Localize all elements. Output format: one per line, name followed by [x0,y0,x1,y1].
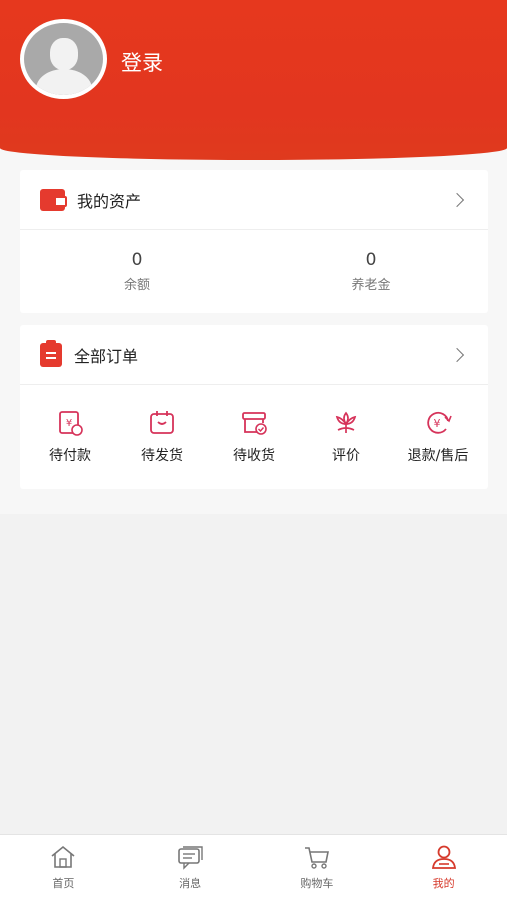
order-pending-receipt[interactable]: 待收货 [208,409,300,465]
svg-text:¥: ¥ [66,418,72,429]
balance-label: 余额 [123,278,150,293]
assets-title: 我的资产 [77,191,142,211]
assets-card: 我的资产 0 余额 0 养老金 [20,170,488,313]
pending-payment-icon: ¥ [59,411,83,436]
assets-header[interactable]: 我的资产 [20,170,488,230]
cart-icon [304,847,329,869]
balance-value: 0 [131,250,143,270]
clipboard-icon [40,339,62,367]
pending-shipment-icon [150,411,174,434]
orders-title: 全部订单 [74,346,139,366]
default-avatar-icon [24,23,103,95]
profile-header: 登录 [0,0,507,160]
refund-icon: ¥ [427,411,452,434]
order-label: 退款/售后 [407,448,469,464]
orders-header[interactable]: 全部订单 [20,325,488,385]
order-label: 待付款 [49,448,91,464]
pension-value: 0 [365,250,377,270]
tab-cart[interactable]: 购物车 [254,835,381,900]
order-review[interactable]: 评价 [300,409,392,465]
order-pending-payment[interactable]: ¥ 待付款 [24,409,116,465]
order-label: 待收货 [233,448,275,464]
wallet-icon [40,188,67,211]
order-label: 评价 [332,448,360,464]
pending-receipt-icon [242,412,267,435]
review-icon [335,411,357,433]
order-pending-shipment[interactable]: 待发货 [116,409,208,465]
tab-home[interactable]: 首页 [0,835,127,900]
pension-item[interactable]: 0 养老金 [254,230,488,313]
tab-profile[interactable]: 我的 [380,835,507,900]
message-icon [178,846,203,870]
login-link[interactable]: 登录 [121,47,163,77]
pension-label: 养老金 [351,278,391,293]
orders-card: 全部订单 ¥ 待付款 待发货 待收货 评价 ¥ 退款/售后 [20,325,488,489]
order-refund[interactable]: ¥ 退款/售后 [392,409,484,465]
bottom-tab-bar: 首页 消息 购物车 我的 [0,834,507,900]
chevron-right-icon [449,192,465,207]
avatar[interactable] [20,19,107,99]
tab-label: 消息 [179,877,202,890]
tab-label: 购物车 [300,877,334,890]
balance-item[interactable]: 0 余额 [20,230,254,313]
tab-label: 我的 [432,877,455,890]
svg-text:¥: ¥ [434,417,441,430]
home-icon [51,845,75,868]
chevron-right-icon [449,347,465,362]
profile-icon [431,845,456,869]
tab-messages[interactable]: 消息 [127,835,254,900]
order-label: 待发货 [141,448,183,464]
tab-label: 首页 [52,877,75,890]
